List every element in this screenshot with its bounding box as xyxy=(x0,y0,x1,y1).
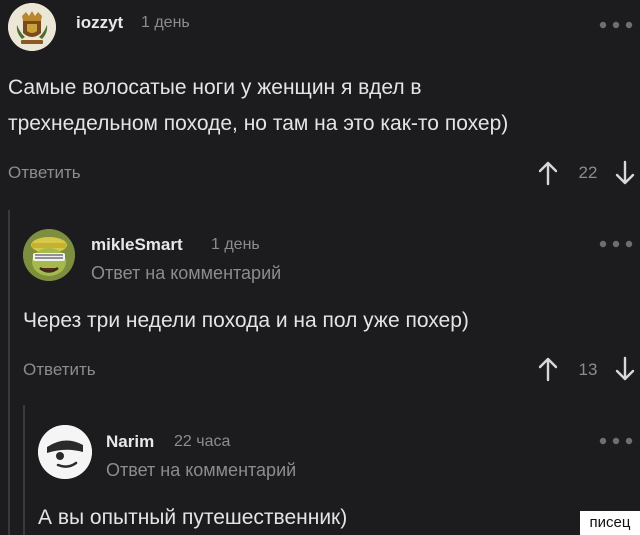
comment-text-line-2: трехнедельном походе, но там на это как-… xyxy=(8,112,509,135)
emblem-avatar-icon xyxy=(8,3,56,51)
avatar[interactable] xyxy=(23,229,75,281)
score-value: 22 xyxy=(578,163,598,182)
upvote-arrow-icon[interactable] xyxy=(537,356,559,382)
thread-line xyxy=(8,210,10,535)
comment-text: А вы опытный путешественник) xyxy=(38,506,348,529)
default-avatar-icon xyxy=(38,425,92,479)
more-options-icon[interactable] xyxy=(598,20,634,30)
downvote-arrow-icon[interactable] xyxy=(614,356,636,382)
reply-to-label[interactable]: Ответ на комментарий xyxy=(106,460,296,481)
reply-button[interactable]: Ответить xyxy=(23,360,96,380)
avatar[interactable] xyxy=(8,3,56,51)
more-options-icon[interactable] xyxy=(598,239,634,249)
more-options-icon[interactable] xyxy=(598,436,634,446)
cartoon-avatar-icon xyxy=(23,229,75,281)
comment-text: Через три недели похода и на пол уже пох… xyxy=(23,309,469,332)
score-value: 13 xyxy=(578,360,598,379)
downvote-arrow-icon[interactable] xyxy=(614,160,636,186)
username[interactable]: Narim xyxy=(106,432,154,452)
thread-line xyxy=(23,405,25,535)
comment-text-line-1: Самые волосатые ноги у женщин я вдел в xyxy=(8,76,422,99)
watermark-label: писец xyxy=(580,511,640,535)
timestamp: 22 часа xyxy=(174,433,231,450)
upvote-arrow-icon[interactable] xyxy=(537,160,559,186)
reply-button[interactable]: Ответить xyxy=(8,163,81,183)
username[interactable]: mikleSmart xyxy=(91,235,183,255)
username[interactable]: iozzyt xyxy=(76,13,123,33)
timestamp: 1 день xyxy=(141,14,190,31)
avatar[interactable] xyxy=(38,425,92,479)
reply-to-label[interactable]: Ответ на комментарий xyxy=(91,263,281,284)
timestamp: 1 день xyxy=(211,236,260,253)
